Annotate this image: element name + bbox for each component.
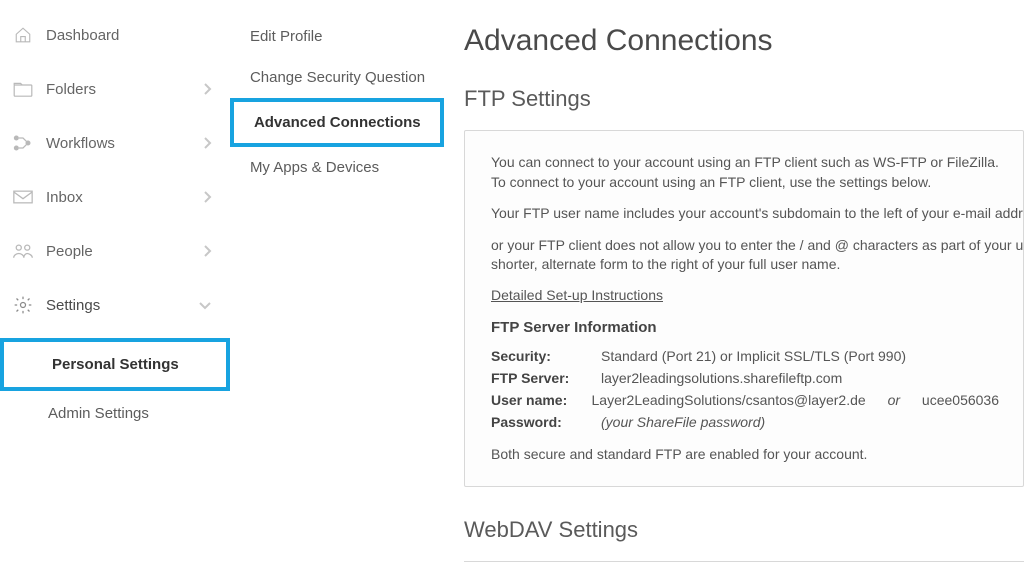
sidebar-item-label: People <box>46 243 202 260</box>
ftp-server-info-heading: FTP Server Information <box>491 319 999 336</box>
sidebar-item-label: Workflows <box>46 135 202 152</box>
submenu-item-advanced-connections[interactable]: Advanced Connections <box>234 102 440 143</box>
chevron-down-icon <box>198 300 212 310</box>
sidebar-subitem-personal-settings[interactable]: Personal Settings <box>4 342 226 387</box>
chevron-right-icon <box>202 244 212 258</box>
ftp-username-alt: ucee056036 <box>922 392 999 408</box>
primary-sidebar: Dashboard Folders Workflows Inbox Peo <box>0 0 230 561</box>
ftp-value-server: layer2leadingsolutions.sharefileftp.com <box>601 370 842 386</box>
sidebar-item-label: Dashboard <box>46 27 212 44</box>
sidebar-item-inbox[interactable]: Inbox <box>0 170 230 224</box>
ftp-label-server: FTP Server: <box>491 370 601 386</box>
ftp-label-security: Security: <box>491 348 601 364</box>
submenu-item-label: My Apps & Devices <box>250 159 379 176</box>
page-title: Advanced Connections <box>464 24 1024 58</box>
highlight-advanced-connections: Advanced Connections <box>230 98 444 147</box>
ftp-value-security: Standard (Port 21) or Implicit SSL/TLS (… <box>601 348 906 364</box>
ftp-username-full: Layer2LeadingSolutions/csantos@layer2.de <box>592 392 866 408</box>
gear-icon <box>10 295 36 315</box>
ftp-row-server: FTP Server: layer2leadingsolutions.share… <box>491 370 999 386</box>
highlight-personal-settings: Personal Settings <box>0 338 230 391</box>
sidebar-item-workflows[interactable]: Workflows <box>0 116 230 170</box>
ftp-footnote: Both secure and standard FTP are enabled… <box>491 446 999 462</box>
ftp-label-password: Password: <box>491 414 601 430</box>
folder-icon <box>10 81 36 97</box>
settings-submenu: Edit Profile Change Security Question Ad… <box>230 0 452 561</box>
settings-subitems: Personal Settings Admin Settings <box>0 338 230 436</box>
sidebar-subitem-label: Personal Settings <box>52 356 179 373</box>
sidebar-subitem-admin-settings[interactable]: Admin Settings <box>0 391 230 436</box>
ftp-row-password: Password: (your ShareFile password) <box>491 414 999 430</box>
mail-icon <box>10 190 36 204</box>
sidebar-item-label: Folders <box>46 81 202 98</box>
chevron-right-icon <box>202 190 212 204</box>
ftp-settings-panel: You can connect to your account using an… <box>464 130 1024 487</box>
submenu-item-edit-profile[interactable]: Edit Profile <box>230 16 452 57</box>
ftp-intro-2c: shorter, alternate form to the right of … <box>491 255 999 275</box>
ftp-username-or: or <box>888 392 900 408</box>
sidebar-item-folders[interactable]: Folders <box>0 62 230 116</box>
home-icon <box>10 26 36 44</box>
sidebar-item-people[interactable]: People <box>0 224 230 278</box>
ftp-row-security: Security: Standard (Port 21) or Implicit… <box>491 348 999 364</box>
ftp-row-username: User name: Layer2LeadingSolutions/csanto… <box>491 392 999 408</box>
ftp-value-password: (your ShareFile password) <box>601 414 765 430</box>
webdav-settings-heading: WebDAV Settings <box>464 517 1024 543</box>
detailed-setup-link[interactable]: Detailed Set-up Instructions <box>491 287 663 303</box>
ftp-intro-2a: Your FTP user name includes your account… <box>491 204 999 224</box>
submenu-item-change-security-question[interactable]: Change Security Question <box>230 57 452 98</box>
ftp-intro-1: You can connect to your account using an… <box>491 153 999 192</box>
submenu-item-label: Change Security Question <box>250 69 425 86</box>
sidebar-item-settings[interactable]: Settings <box>0 278 230 332</box>
people-icon <box>10 243 36 259</box>
chevron-right-icon <box>202 82 212 96</box>
ftp-intro-2b: or your FTP client does not allow you to… <box>491 236 999 256</box>
submenu-item-label: Edit Profile <box>250 28 323 45</box>
chevron-right-icon <box>202 136 212 150</box>
ftp-label-username: User name: <box>491 392 592 408</box>
sidebar-item-dashboard[interactable]: Dashboard <box>0 8 230 62</box>
ftp-value-username: Layer2LeadingSolutions/csantos@layer2.de… <box>592 392 999 408</box>
submenu-item-label: Advanced Connections <box>254 114 421 131</box>
workflow-icon <box>10 134 36 152</box>
sidebar-item-label: Inbox <box>46 189 202 206</box>
submenu-item-my-apps-devices[interactable]: My Apps & Devices <box>230 147 452 188</box>
sidebar-subitem-label: Admin Settings <box>48 405 149 422</box>
sidebar-item-label: Settings <box>46 297 198 314</box>
main-content: Advanced Connections FTP Settings You ca… <box>452 0 1024 561</box>
ftp-settings-heading: FTP Settings <box>464 86 1024 112</box>
